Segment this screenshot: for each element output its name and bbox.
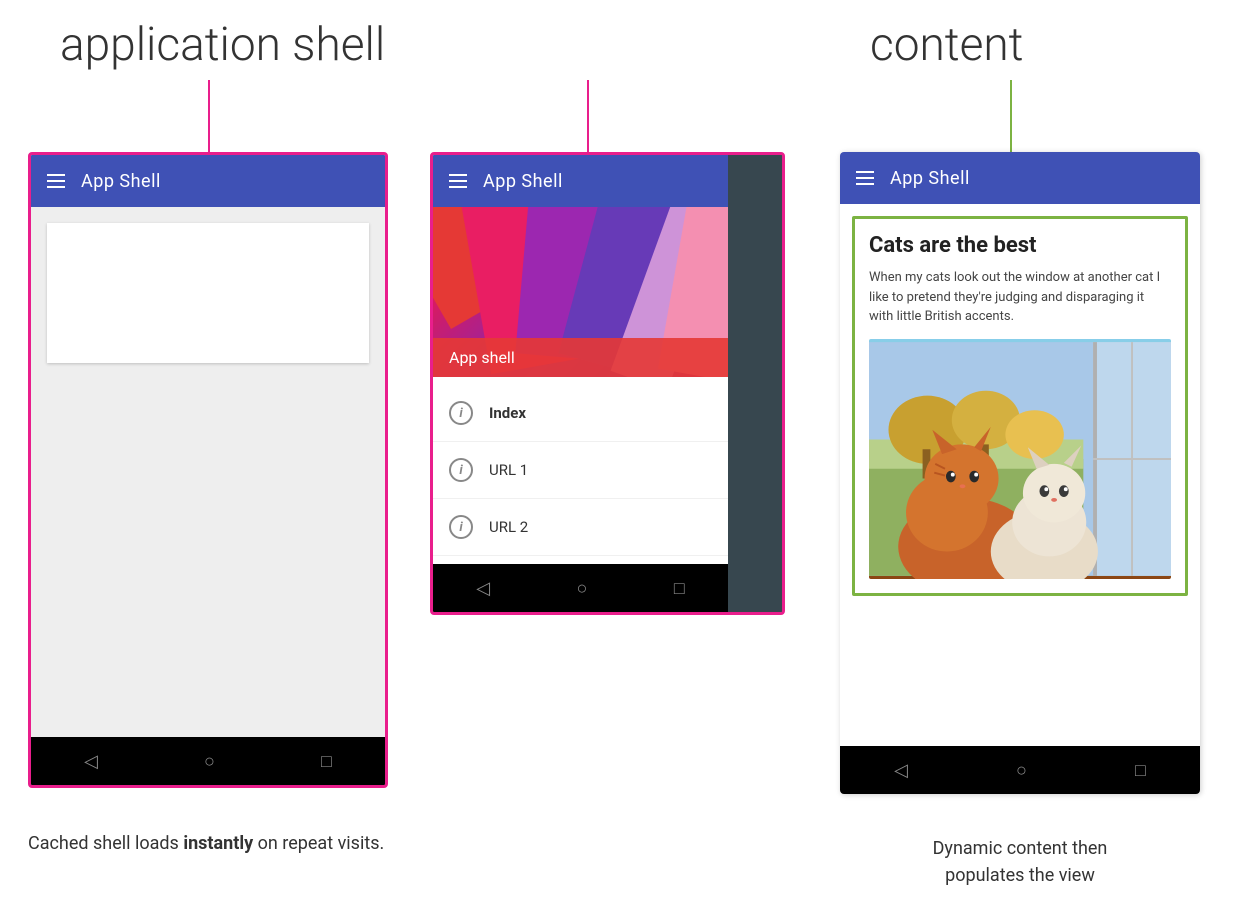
- content-article-title: Cats are the best: [869, 233, 1171, 258]
- phone3-body: Cats are the best When my cats look out …: [840, 216, 1200, 746]
- phone2-app-bar-title: App Shell: [483, 171, 563, 192]
- phone3-recents-icon: □: [1135, 760, 1146, 781]
- phone3-app-bar: App Shell: [840, 152, 1200, 204]
- content-article-desc: When my cats look out the window at anot…: [869, 268, 1171, 327]
- phone2-hamburger-icon: [449, 174, 467, 188]
- nav-item-url2-label: URL 2: [489, 518, 528, 536]
- caption-left-text1: Cached shell loads: [28, 833, 183, 854]
- phone1-content-placeholder: [47, 223, 369, 363]
- nav-item-url2[interactable]: i URL 2: [433, 499, 728, 556]
- phone2-frame: App Shell App shell i Index: [430, 152, 785, 615]
- caption-right: Dynamic content then populates the view: [840, 835, 1200, 889]
- content-box: Cats are the best When my cats look out …: [852, 216, 1188, 596]
- cat-svg: [869, 339, 1171, 579]
- app-shell-overlay-label: App shell: [433, 338, 728, 377]
- connector-line-green: [1010, 80, 1012, 152]
- caption-right-line1: Dynamic content then: [840, 835, 1200, 862]
- info-icon-url1: i: [449, 458, 473, 482]
- phone3-hamburger-icon: [856, 171, 874, 185]
- caption-left-text2: on repeat visits.: [253, 833, 384, 854]
- phone3-frame: App Shell Cats are the best When my cats…: [840, 152, 1200, 794]
- recents-icon: □: [321, 751, 332, 772]
- caption-bold: instantly: [183, 833, 253, 854]
- hamburger-icon: [47, 174, 65, 188]
- phone1-body: [31, 207, 385, 737]
- caption-right-line2: populates the view: [840, 862, 1200, 889]
- cat-image: [869, 339, 1171, 579]
- phone1-app-bar: App Shell: [31, 155, 385, 207]
- page: application shell content App Shell ◁ ○ …: [0, 0, 1249, 923]
- phone2-side-strip: [728, 155, 782, 612]
- home-icon: ○: [204, 751, 215, 772]
- phone1-app-bar-title: App Shell: [81, 171, 161, 192]
- nav-item-index-label: Index: [489, 404, 526, 422]
- phone2-app-bar: App Shell: [433, 155, 728, 207]
- connector-line-pink-1: [208, 80, 210, 152]
- phone2-nav-list: i Index i URL 1 i URL 2: [433, 377, 728, 564]
- phone1-frame: App Shell ◁ ○ □: [28, 152, 388, 788]
- info-icon-url2: i: [449, 515, 473, 539]
- phone2-hero-image: App shell: [433, 207, 728, 377]
- application-shell-label: application shell: [60, 18, 385, 72]
- back-icon: ◁: [84, 751, 98, 772]
- phone3-app-bar-title: App Shell: [890, 168, 970, 189]
- phone3-home-icon: ○: [1016, 760, 1027, 781]
- info-icon-index: i: [449, 401, 473, 425]
- connector-line-pink-2: [587, 80, 589, 152]
- phone3-back-icon: ◁: [894, 760, 908, 781]
- phone2-nav-bar: ◁ ○ □: [433, 564, 728, 612]
- content-label: content: [870, 18, 1023, 72]
- phone2-home-icon: ○: [577, 578, 588, 599]
- caption-left: Cached shell loads instantly on repeat v…: [28, 830, 418, 857]
- phone2-recents-icon: □: [674, 578, 685, 599]
- nav-item-url1[interactable]: i URL 1: [433, 442, 728, 499]
- phone2-back-icon: ◁: [476, 578, 490, 599]
- phone2-main: App Shell App shell i Index: [433, 155, 728, 612]
- phone1-nav-bar: ◁ ○ □: [31, 737, 385, 785]
- nav-item-url1-label: URL 1: [489, 461, 528, 479]
- nav-item-index[interactable]: i Index: [433, 385, 728, 442]
- phone3-nav-bar: ◁ ○ □: [840, 746, 1200, 794]
